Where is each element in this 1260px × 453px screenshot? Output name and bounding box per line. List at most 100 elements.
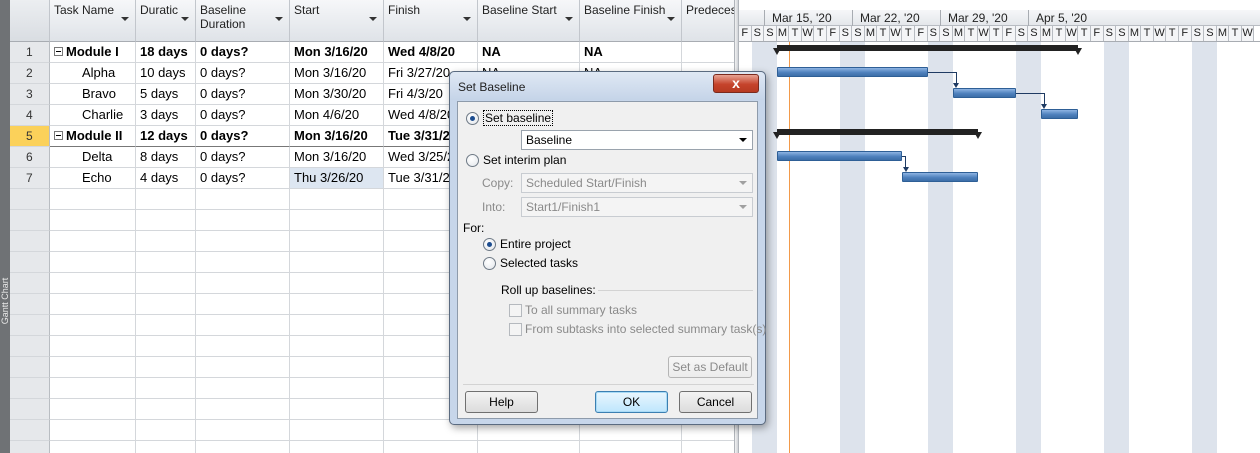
empty-cell[interactable]: [290, 441, 384, 453]
from-subtasks-checkbox[interactable]: [509, 323, 522, 336]
empty-cell[interactable]: [136, 357, 196, 378]
filter-dropdown-icon[interactable]: [369, 17, 377, 21]
empty-cell[interactable]: [478, 441, 580, 453]
filter-dropdown-icon[interactable]: [667, 17, 675, 21]
baseline-finish-cell[interactable]: NA: [580, 42, 682, 63]
empty-cell[interactable]: [136, 315, 196, 336]
task-name-cell[interactable]: Alpha: [50, 63, 136, 84]
task-bar[interactable]: [776, 151, 903, 161]
finish-cell[interactable]: Wed 4/8/20: [384, 42, 478, 63]
empty-cell[interactable]: [196, 294, 290, 315]
empty-cell[interactable]: [50, 273, 136, 294]
row-number[interactable]: 5: [10, 126, 50, 147]
start-cell[interactable]: Mon 3/30/20: [290, 84, 384, 105]
ok-button[interactable]: OK: [595, 391, 668, 413]
empty-cell[interactable]: [290, 252, 384, 273]
filter-dropdown-icon[interactable]: [275, 17, 283, 21]
row-number[interactable]: [10, 378, 50, 399]
row-number[interactable]: [10, 210, 50, 231]
filter-dropdown-icon[interactable]: [463, 17, 471, 21]
table-row[interactable]: [10, 441, 734, 453]
empty-cell[interactable]: [196, 231, 290, 252]
column-header[interactable]: Start: [290, 0, 384, 42]
column-header[interactable]: Baseline Finish: [580, 0, 682, 42]
baseline-start-cell[interactable]: NA: [478, 42, 580, 63]
dialog-titlebar[interactable]: Set Baseline x: [450, 72, 765, 100]
empty-cell[interactable]: [196, 336, 290, 357]
column-header[interactable]: Baseline Start: [478, 0, 580, 42]
cancel-button[interactable]: Cancel: [679, 391, 752, 413]
task-name-cell[interactable]: Charlie: [50, 105, 136, 126]
baseline-duration-cell[interactable]: 0 days?: [196, 105, 290, 126]
row-number[interactable]: 1: [10, 42, 50, 63]
start-cell[interactable]: Mon 3/16/20: [290, 63, 384, 84]
set-baseline-label[interactable]: Set baseline: [483, 110, 554, 126]
duration-cell[interactable]: 4 days: [136, 168, 196, 189]
baseline-duration-cell[interactable]: 0 days?: [196, 168, 290, 189]
row-number[interactable]: [10, 315, 50, 336]
duration-cell[interactable]: 3 days: [136, 105, 196, 126]
empty-cell[interactable]: [682, 42, 734, 63]
start-cell[interactable]: Mon 3/16/20: [290, 126, 384, 147]
empty-cell[interactable]: [136, 252, 196, 273]
baseline-duration-cell[interactable]: 0 days?: [196, 126, 290, 147]
duration-cell[interactable]: 12 days: [136, 126, 196, 147]
row-number[interactable]: [10, 441, 50, 453]
empty-cell[interactable]: [290, 378, 384, 399]
empty-cell[interactable]: [290, 294, 384, 315]
empty-cell[interactable]: [50, 399, 136, 420]
column-header[interactable]: Baseline Duration: [196, 0, 290, 42]
empty-cell[interactable]: [50, 441, 136, 453]
duration-cell[interactable]: 5 days: [136, 84, 196, 105]
empty-cell[interactable]: [136, 231, 196, 252]
start-cell[interactable]: Mon 3/16/20: [290, 42, 384, 63]
empty-cell[interactable]: [384, 441, 478, 453]
empty-cell[interactable]: [290, 189, 384, 210]
empty-cell[interactable]: [196, 399, 290, 420]
empty-cell[interactable]: [136, 189, 196, 210]
empty-cell[interactable]: [50, 294, 136, 315]
duration-cell[interactable]: 10 days: [136, 63, 196, 84]
empty-cell[interactable]: [290, 210, 384, 231]
set-interim-plan-label[interactable]: Set interim plan: [483, 153, 566, 167]
empty-cell[interactable]: [136, 441, 196, 453]
row-number[interactable]: 7: [10, 168, 50, 189]
baseline-duration-cell[interactable]: 0 days?: [196, 42, 290, 63]
to-all-summary-checkbox[interactable]: [509, 304, 522, 317]
help-button[interactable]: Help: [465, 391, 538, 413]
row-number[interactable]: [10, 294, 50, 315]
entire-project-label[interactable]: Entire project: [500, 237, 571, 251]
close-button[interactable]: x: [713, 74, 759, 93]
empty-cell[interactable]: [196, 420, 290, 441]
row-number[interactable]: [10, 336, 50, 357]
filter-dropdown-icon[interactable]: [181, 17, 189, 21]
start-cell[interactable]: Mon 3/16/20: [290, 147, 384, 168]
empty-cell[interactable]: [50, 210, 136, 231]
column-header[interactable]: Predeces: [682, 0, 734, 42]
entire-project-radio[interactable]: [483, 238, 496, 251]
empty-cell[interactable]: [196, 189, 290, 210]
empty-cell[interactable]: [50, 315, 136, 336]
empty-cell[interactable]: [50, 189, 136, 210]
row-number[interactable]: 3: [10, 84, 50, 105]
row-number[interactable]: [10, 231, 50, 252]
empty-cell[interactable]: [196, 357, 290, 378]
empty-cell[interactable]: [290, 399, 384, 420]
empty-cell[interactable]: [136, 378, 196, 399]
row-number[interactable]: 6: [10, 147, 50, 168]
empty-cell[interactable]: [50, 231, 136, 252]
row-number[interactable]: [10, 273, 50, 294]
empty-cell[interactable]: [290, 231, 384, 252]
row-number[interactable]: [10, 252, 50, 273]
empty-cell[interactable]: [196, 441, 290, 453]
set-as-default-button[interactable]: Set as Default: [668, 356, 752, 378]
task-name-cell[interactable]: Delta: [50, 147, 136, 168]
empty-cell[interactable]: [682, 441, 734, 453]
empty-cell[interactable]: [196, 315, 290, 336]
empty-cell[interactable]: [136, 399, 196, 420]
row-number[interactable]: [10, 420, 50, 441]
row-number[interactable]: 2: [10, 63, 50, 84]
empty-cell[interactable]: [136, 210, 196, 231]
empty-cell[interactable]: [136, 273, 196, 294]
filter-dropdown-icon[interactable]: [565, 17, 573, 21]
